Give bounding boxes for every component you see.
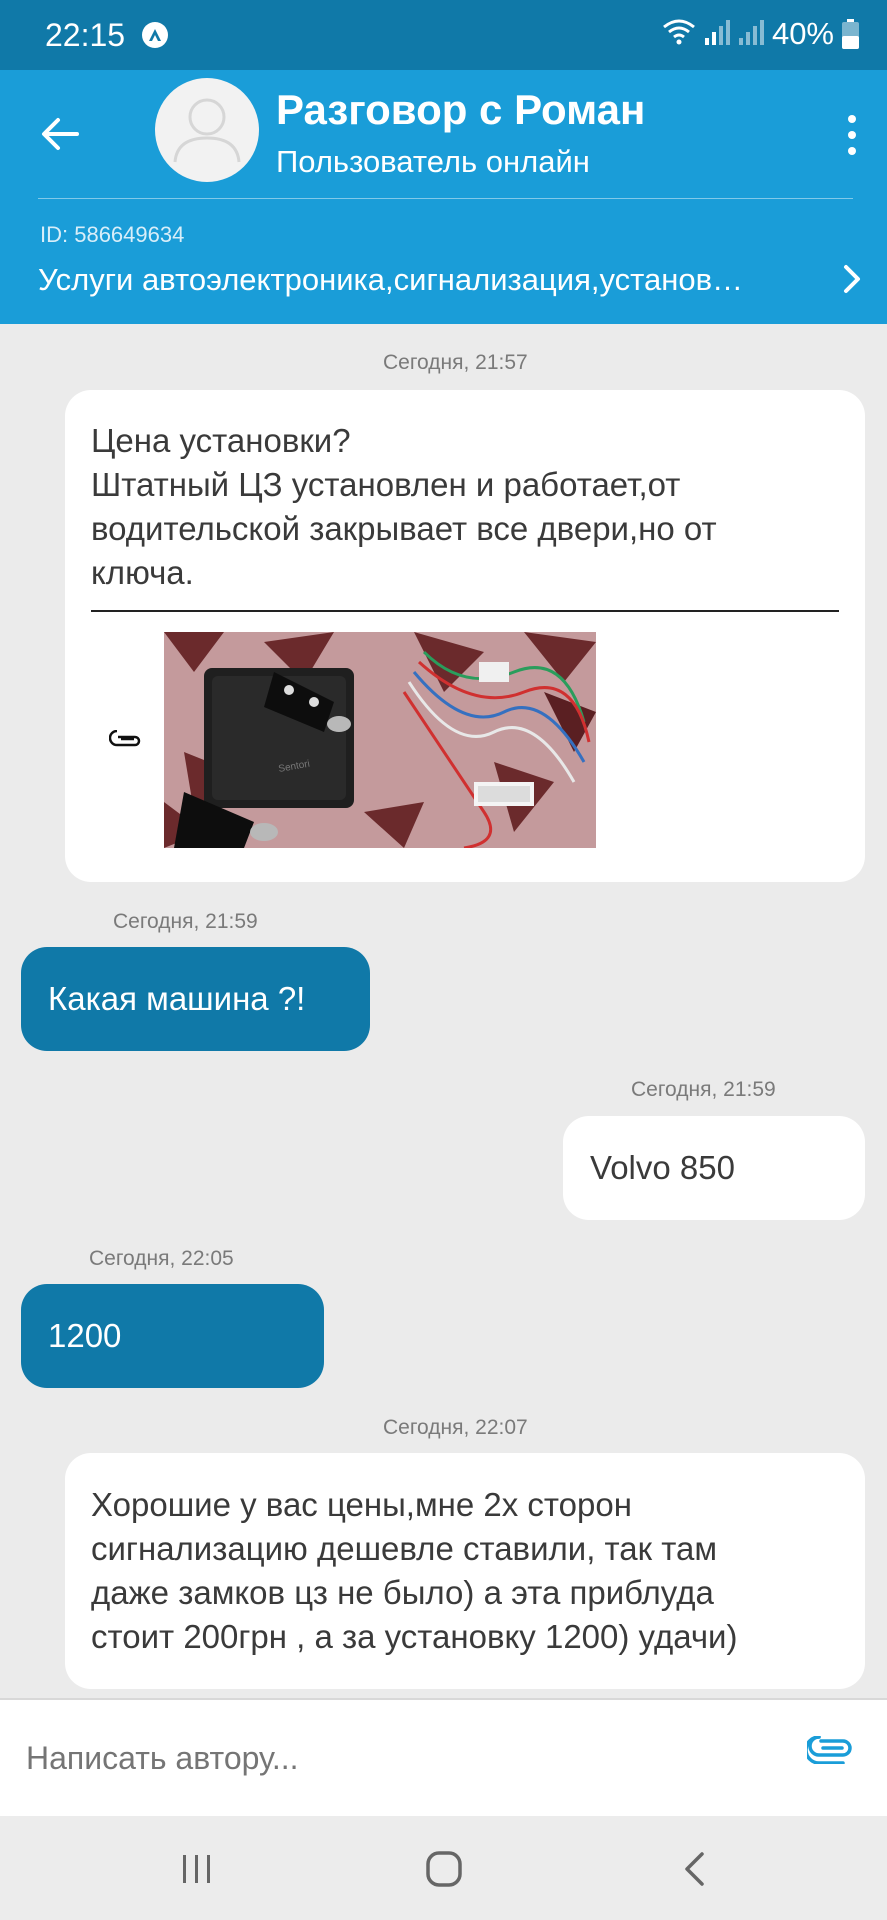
message-text-line: Цена установки? (91, 422, 351, 459)
message-bubble-incoming: Хорошие у вас цены,мне 2х сторон сигнали… (65, 1453, 865, 1689)
message-text-line: Хорошие у вас цены,мне 2х сторон (91, 1486, 632, 1523)
more-vertical-icon-dot (848, 147, 856, 155)
message-bubble-incoming: Volvo 850 (563, 1116, 865, 1220)
message-text-line: сигнализацию дешевле ставили, так там (91, 1530, 718, 1567)
message-text-line: водительской закрывает все двери,но от (91, 510, 717, 547)
chevron-right-icon (844, 265, 860, 293)
chevron-left-icon (685, 1852, 704, 1886)
status-time: 22:15 (45, 17, 126, 53)
ad-id: ID: 586649634 (40, 222, 185, 247)
user-placeholder-icon (173, 98, 241, 163)
battery-percent: 40% (771, 16, 834, 51)
home-button[interactable] (414, 1844, 474, 1894)
message-text-line: даже замков цз не было) а эта приблуда (91, 1574, 714, 1611)
attached-photo[interactable]: Sentori (164, 632, 596, 848)
message-text-line: стоит 200грн , а за установку 1200) удач… (91, 1618, 738, 1655)
ad-link[interactable]: Услуги автоэлектроника,сигнализация,уста… (38, 256, 868, 306)
message-text: Какая машина ?! (48, 980, 306, 1017)
message-time: Сегодня, 22:05 (89, 1247, 234, 1270)
attachment-divider (91, 610, 839, 612)
attach-button[interactable] (804, 1735, 853, 1769)
message-time: Сегодня, 21:59 (113, 910, 258, 933)
paperclip-icon (804, 1735, 852, 1765)
wifi-icon (662, 18, 696, 51)
recent-apps-icon (183, 1855, 210, 1883)
message-bubble-outgoing: 1200 (21, 1284, 324, 1388)
signal-icon (738, 18, 764, 51)
avatar[interactable] (155, 78, 259, 182)
message-time: Сегодня, 21:57 (383, 351, 528, 374)
status-indicators: 40% (662, 16, 859, 52)
home-icon (426, 1851, 462, 1887)
more-options-button[interactable] (827, 100, 877, 170)
chat-title: Разговор с Роман (276, 86, 646, 133)
message-text-line: ключа. (91, 554, 194, 591)
back-button[interactable] (34, 108, 86, 160)
message-bubble-outgoing: Какая машина ?! (21, 947, 370, 1051)
app-a-icon (142, 22, 168, 48)
message-text-line: Штатный ЦЗ установлен и работает,от (91, 466, 681, 503)
more-vertical-icon-dot (848, 131, 856, 139)
back-nav-button[interactable] (664, 1844, 724, 1894)
message-bubble-incoming: Цена установки? Штатный ЦЗ установлен и … (65, 390, 865, 882)
recent-apps-button[interactable] (167, 1844, 227, 1894)
paperclip-icon (108, 729, 143, 753)
more-vertical-icon (848, 115, 856, 123)
arrow-left-icon (42, 118, 79, 150)
signal-icon (704, 18, 730, 51)
header-divider (38, 198, 853, 199)
status-bar: 22:15 40% (0, 0, 887, 70)
message-time: Сегодня, 22:07 (383, 1416, 528, 1439)
chat-header: Разговор с Роман Пользователь онлайн ID:… (0, 70, 887, 324)
message-text: 1200 (48, 1317, 122, 1354)
message-composer (0, 1698, 887, 1816)
battery-icon (842, 19, 859, 49)
system-navigation-bar (0, 1816, 887, 1920)
online-status: Пользователь онлайн (276, 144, 590, 179)
message-input[interactable] (26, 1740, 766, 1777)
message-text: Volvo 850 (590, 1149, 735, 1186)
message-time: Сегодня, 21:59 (631, 1078, 776, 1101)
ad-title: Услуги автоэлектроника,сигнализация,уста… (38, 262, 744, 297)
